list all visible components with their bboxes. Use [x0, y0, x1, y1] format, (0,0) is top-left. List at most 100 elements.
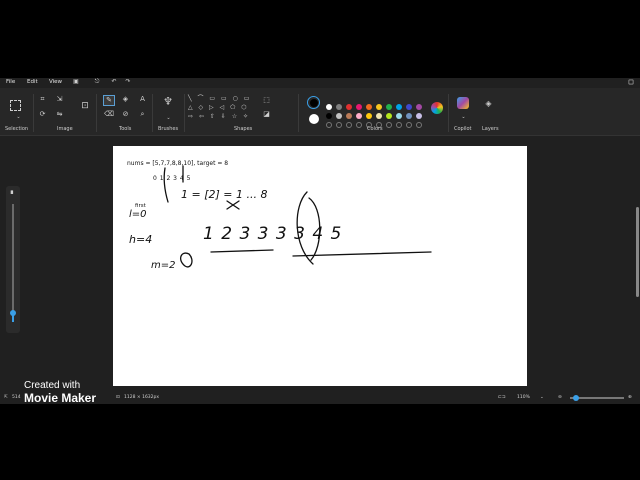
ribbon-divider [33, 94, 34, 132]
palette-swatch[interactable] [346, 104, 352, 110]
canvas-size-icon: ⊡ [116, 395, 120, 400]
palette-swatch[interactable] [346, 113, 352, 119]
selection-icon[interactable] [10, 100, 21, 111]
fit-view-icon[interactable]: ⊏⊐ [498, 395, 506, 400]
brush-size-panel: ▘ [6, 186, 20, 333]
custom-color-slot[interactable] [386, 122, 392, 128]
custom-color-slot[interactable] [396, 122, 402, 128]
group-label-colors: Colors [367, 126, 383, 132]
shape-fill-icon[interactable]: ◪ [262, 110, 271, 119]
brush-dropdown-icon[interactable]: ⌄ [164, 114, 173, 123]
selection-dropdown-icon[interactable]: ⌄ [14, 113, 23, 122]
index-text: 0 1 2 3 4 5 [153, 175, 191, 182]
brush-size-track[interactable] [12, 204, 14, 322]
ribbon-divider [298, 94, 299, 132]
image-select-icon[interactable]: ⊡ [79, 102, 91, 114]
palette-swatch[interactable] [416, 104, 422, 110]
zoom-slider-thumb[interactable] [573, 395, 579, 401]
palette-swatch[interactable] [396, 113, 402, 119]
paint-window: File Edit View ▣ ⎋ ↶ ↷ ⌄ Selection ⌗ ⇲ ⟳… [0, 78, 640, 404]
palette-swatch[interactable] [396, 104, 402, 110]
shapes-row[interactable]: △ ◇ ▷ ◁ ⬠ ⬡ [188, 103, 254, 112]
vertical-scrollbar[interactable] [636, 207, 639, 297]
custom-color-slot[interactable] [336, 122, 342, 128]
redo-icon[interactable]: ↷ [124, 78, 132, 86]
custom-color-slot[interactable] [406, 122, 412, 128]
palette-swatch[interactable] [406, 113, 412, 119]
menu-file[interactable]: File [6, 79, 15, 86]
custom-color-slot[interactable] [416, 122, 422, 128]
low-pointer-text: l=0 [129, 209, 147, 220]
shapes-gallery: ╲ ⌒ ▭ ▭ ○ ▭ △ ◇ ▷ ◁ ⬠ ⬡ ⇨ ⇦ ⇧ ⇩ ☆ ✧ [188, 94, 254, 124]
arrow-stroke [163, 167, 169, 203]
drawing-canvas[interactable]: nums = [5,7,7,8,8,10], target = 8 0 1 2 … [113, 146, 527, 386]
underline-stroke [292, 251, 432, 257]
zoom-in-icon[interactable]: ⊕ [628, 395, 632, 400]
edit-colors-icon[interactable] [431, 102, 443, 114]
top-note-text: 1 = [2] = 1 ... 8 [181, 188, 268, 201]
fill-icon[interactable]: ◈ [121, 95, 130, 104]
secondary-color[interactable] [309, 114, 319, 124]
zoom-level-text[interactable]: 110% [517, 395, 530, 400]
palette-swatch[interactable] [336, 113, 342, 119]
palette-swatch[interactable] [376, 113, 382, 119]
layers-icon[interactable]: ◈ [484, 99, 493, 108]
resize-icon[interactable]: ⇲ [55, 95, 64, 104]
palette-swatch[interactable] [386, 104, 392, 110]
palette-swatch[interactable] [366, 113, 372, 119]
crop-icon[interactable]: ⌗ [38, 95, 47, 104]
copilot-icon[interactable] [457, 97, 469, 109]
cursor-position-icon: ⇱ [4, 395, 8, 400]
ribbon-divider [152, 94, 153, 132]
primary-color[interactable] [307, 96, 320, 109]
palette-swatch[interactable] [356, 104, 362, 110]
palette-swatch[interactable] [326, 104, 332, 110]
magnifier-icon[interactable]: ⌕ [138, 110, 147, 119]
restore-window-icon[interactable] [628, 79, 634, 85]
copilot-dropdown-icon[interactable]: ⌄ [459, 113, 468, 122]
save-icon[interactable]: ▣ [72, 78, 80, 86]
custom-color-slot[interactable] [356, 122, 362, 128]
custom-color-slot[interactable] [346, 122, 352, 128]
palette-swatch[interactable] [416, 113, 422, 119]
zoom-dropdown-icon[interactable]: ⌄ [540, 395, 544, 400]
group-label-image: Image [57, 126, 73, 132]
ribbon-divider [448, 94, 449, 132]
eraser-icon[interactable]: ⌫ [104, 110, 114, 119]
palette-swatch[interactable] [336, 104, 342, 110]
brush-size-icon: ▘ [10, 191, 16, 198]
shapes-row[interactable]: ╲ ⌒ ▭ ▭ ○ ▭ [188, 94, 254, 103]
group-label-selection: Selection [5, 126, 29, 132]
shapes-row[interactable]: ⇨ ⇦ ⇧ ⇩ ☆ ✧ [188, 112, 254, 121]
menu-view[interactable]: View [49, 79, 62, 86]
canvas-size-text: 1128 × 1632px [124, 395, 160, 400]
undo-icon[interactable]: ↶ [110, 78, 118, 86]
menu-bar: File Edit View ▣ ⎋ ↶ ↷ [0, 78, 640, 87]
custom-color-slot[interactable] [326, 122, 332, 128]
zoom-out-icon[interactable]: ⊖ [558, 395, 562, 400]
palette-swatch[interactable] [366, 104, 372, 110]
sequence-text: 1 2 3 3 3 3 4 5 [203, 224, 343, 244]
palette-swatch[interactable] [356, 113, 362, 119]
brush-icon[interactable]: ♆ [162, 96, 174, 113]
brush-size-thumb[interactable] [10, 310, 16, 316]
share-icon[interactable]: ⎋ [93, 78, 101, 86]
rotate-icon[interactable]: ⟳ [38, 110, 47, 119]
canvas-workspace: ▘ nums = [5,7,7,8,8,10], target = 8 0 1 … [0, 137, 640, 392]
high-pointer-text: h=4 [129, 233, 153, 246]
flip-icon[interactable]: ⇋ [55, 110, 64, 119]
text-icon[interactable]: A [138, 95, 147, 104]
pencil-icon[interactable]: ✎ [103, 95, 115, 106]
color-picker-icon[interactable]: ⊘ [121, 110, 130, 119]
circle-mark-stroke [179, 252, 193, 268]
palette-swatch[interactable] [376, 104, 382, 110]
menu-edit[interactable]: Edit [27, 79, 38, 86]
palette-swatch[interactable] [406, 104, 412, 110]
ribbon-divider [184, 94, 185, 132]
watermark-line2: Movie Maker [24, 391, 97, 405]
palette-swatch[interactable] [386, 113, 392, 119]
primary-color-swatch [309, 98, 318, 107]
outline-icon[interactable]: ⬚ [262, 96, 271, 105]
palette-swatch[interactable] [326, 113, 332, 119]
cross-mark-stroke [226, 200, 240, 210]
